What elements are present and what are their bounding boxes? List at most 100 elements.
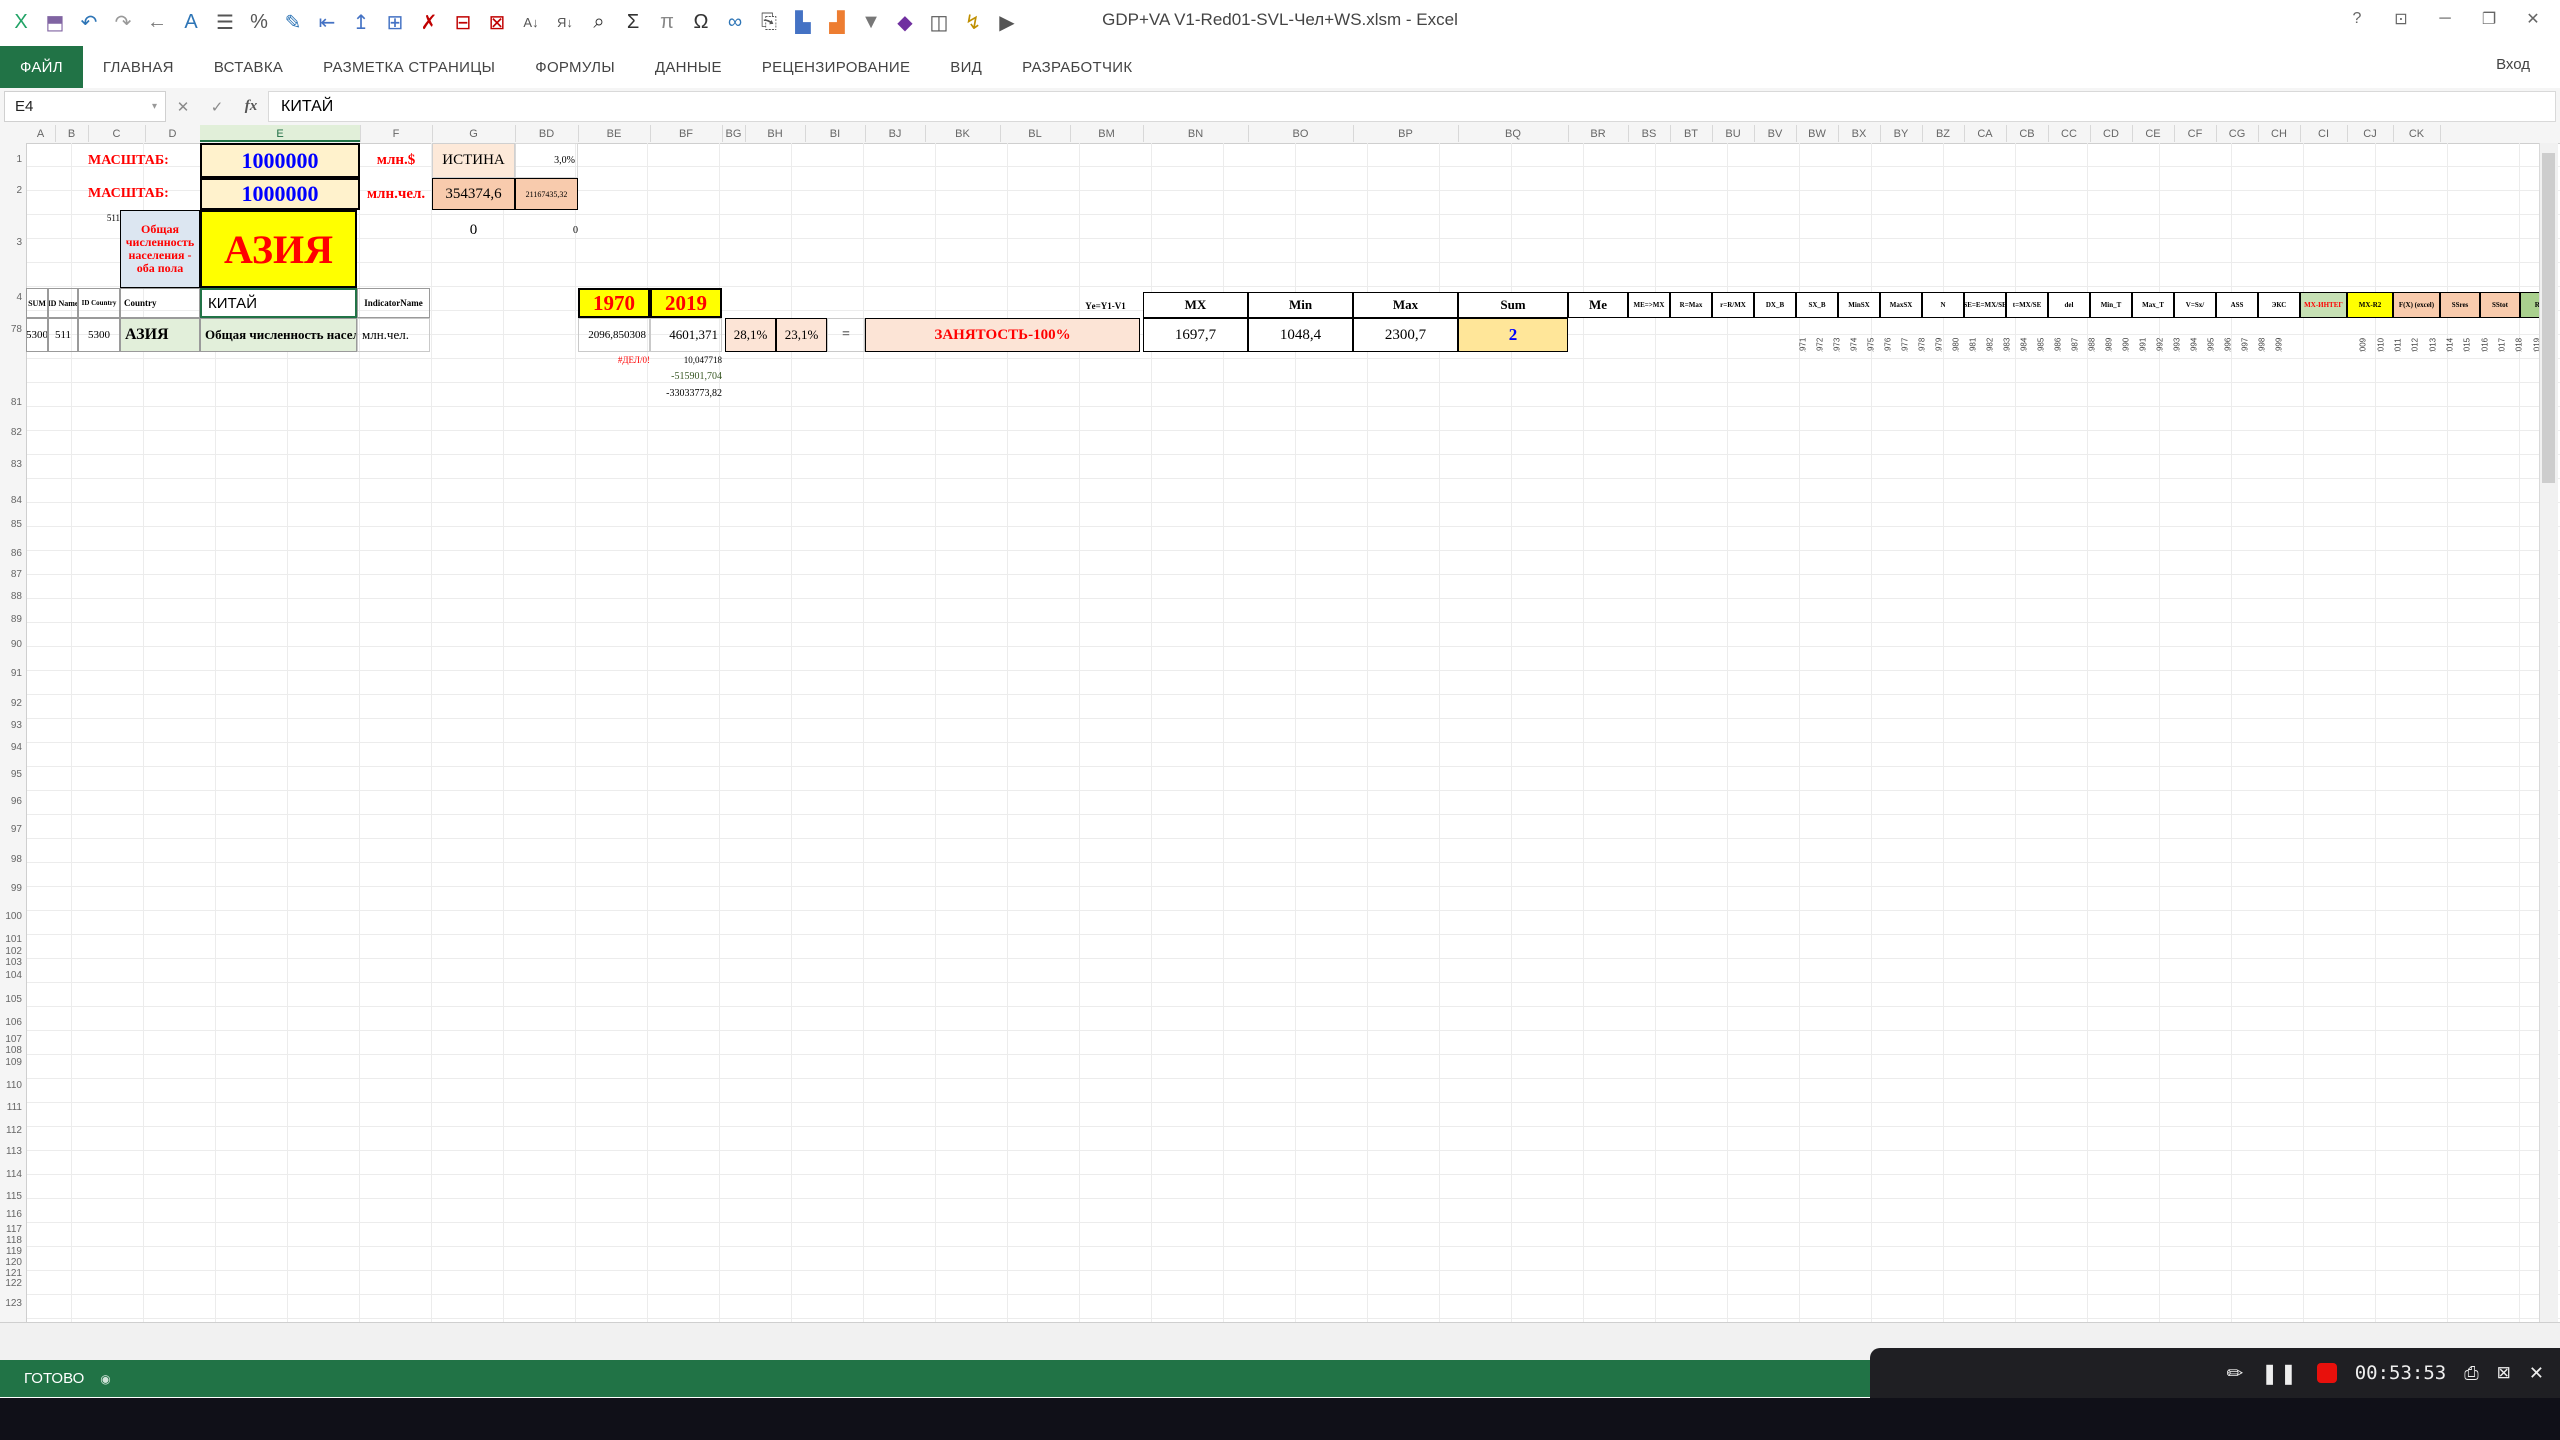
column-header-BE[interactable]: BE bbox=[578, 125, 651, 142]
window-icon[interactable]: ◫ bbox=[924, 4, 954, 40]
hdr-ye[interactable]: Yе=Y1-V1 bbox=[1068, 296, 1143, 316]
stat-header-14[interactable]: t=MX/SE bbox=[2006, 292, 2048, 318]
row-header-123[interactable]: 123 bbox=[5, 1298, 22, 1309]
hdr-country[interactable]: Country bbox=[120, 288, 200, 318]
hdr-indicator[interactable]: IndicatorName bbox=[357, 288, 430, 318]
row-header-93[interactable]: 93 bbox=[11, 720, 22, 731]
column-header-BY[interactable]: BY bbox=[1880, 125, 1923, 142]
compare-banner[interactable] bbox=[740, 352, 1920, 390]
row-header-89[interactable]: 89 bbox=[11, 614, 22, 625]
stat-header-6[interactable]: R=Max bbox=[1670, 292, 1712, 318]
recorder-camera-icon[interactable]: ⎙ bbox=[2464, 1363, 2478, 1384]
scale-value-1[interactable]: 1000000 bbox=[200, 143, 360, 178]
omega-icon[interactable]: Ω bbox=[686, 4, 716, 40]
borders-icon[interactable]: ☰ bbox=[210, 4, 240, 40]
ribbon-tab-главная[interactable]: ГЛАВНАЯ bbox=[83, 46, 194, 88]
column-header-BF[interactable]: BF bbox=[650, 125, 723, 142]
row-header-4[interactable]: 4 bbox=[16, 292, 22, 303]
stat-header-8[interactable]: DX_B bbox=[1754, 292, 1796, 318]
row-header-95[interactable]: 95 bbox=[11, 769, 22, 780]
row-header-113[interactable]: 113 bbox=[6, 1146, 22, 1157]
column-header-D[interactable]: D bbox=[145, 125, 201, 142]
column-header-BU[interactable]: BU bbox=[1712, 125, 1755, 142]
row-header-87[interactable]: 87 bbox=[11, 569, 22, 580]
recorder-stop-icon[interactable] bbox=[2317, 1363, 2337, 1383]
column-header-BL[interactable]: BL bbox=[1000, 125, 1071, 142]
column-header-C[interactable]: C bbox=[88, 125, 146, 142]
stat-header-7[interactable]: r=R/MX bbox=[1712, 292, 1754, 318]
column-header-CI[interactable]: CI bbox=[2300, 125, 2348, 142]
row-header-82[interactable]: 82 bbox=[11, 427, 22, 438]
row-header-96[interactable]: 96 bbox=[11, 796, 22, 807]
redo-icon[interactable]: ↷ bbox=[108, 4, 138, 40]
excel-logo-icon[interactable]: X bbox=[6, 4, 36, 40]
row-header-94[interactable]: 94 bbox=[11, 742, 22, 753]
column-header-B[interactable]: B bbox=[55, 125, 89, 142]
scale-label-2[interactable]: МАСШТАБ: bbox=[88, 178, 200, 210]
bd-value-2[interactable]: 21167435,32 bbox=[515, 178, 578, 210]
font-color-icon[interactable]: A bbox=[176, 4, 206, 40]
row-header-108[interactable]: 108 bbox=[5, 1045, 22, 1056]
paste-icon[interactable]: ⎘ bbox=[754, 4, 784, 40]
row-header-111[interactable]: 111 bbox=[7, 1102, 22, 1113]
filter-icon[interactable]: ▼ bbox=[856, 4, 886, 40]
insert-function-icon[interactable]: fx bbox=[234, 98, 268, 115]
sort-za-icon[interactable]: Я↓ bbox=[550, 4, 580, 40]
row-header-78[interactable]: 78 bbox=[11, 324, 22, 335]
column-header-BN[interactable]: BN bbox=[1143, 125, 1249, 142]
row-header-104[interactable]: 104 bbox=[5, 970, 22, 981]
stat-header-13[interactable]: SE=E=MX/SE bbox=[1964, 292, 2006, 318]
stat-header-0[interactable]: MX bbox=[1143, 292, 1248, 318]
region-desc[interactable]: Общая численность населения - оба пола bbox=[120, 210, 200, 288]
column-header-BW[interactable]: BW bbox=[1796, 125, 1839, 142]
column-header-CF[interactable]: CF bbox=[2174, 125, 2217, 142]
restore-button[interactable]: ❐ bbox=[2468, 0, 2510, 38]
stat-value-1[interactable]: 1048,4 bbox=[1248, 318, 1353, 352]
population-total[interactable]: 354374,6 bbox=[432, 178, 515, 210]
column-header-BH[interactable]: BH bbox=[745, 125, 806, 142]
row-header-120[interactable]: 120 bbox=[5, 1257, 22, 1268]
column-header-CH[interactable]: CH bbox=[2258, 125, 2301, 142]
column-header-CE[interactable]: CE bbox=[2132, 125, 2175, 142]
stat-value-3[interactable]: 2 bbox=[1458, 318, 1568, 352]
row-header-115[interactable]: 115 bbox=[6, 1191, 22, 1202]
column-header-BK[interactable]: BK bbox=[925, 125, 1001, 142]
column-header-BI[interactable]: BI bbox=[805, 125, 866, 142]
row-header-114[interactable]: 114 bbox=[6, 1169, 22, 1180]
scrollbar-thumb[interactable] bbox=[2542, 153, 2555, 483]
stat-header-1[interactable]: Min bbox=[1248, 292, 1353, 318]
hdr-sum[interactable]: SUM bbox=[26, 288, 48, 318]
column-header-CK[interactable]: CK bbox=[2393, 125, 2441, 142]
row-header-109[interactable]: 109 bbox=[5, 1057, 22, 1068]
delete-col-icon[interactable]: ⊠ bbox=[482, 4, 512, 40]
row-header-110[interactable]: 110 bbox=[6, 1080, 22, 1091]
column-header-F[interactable]: F bbox=[360, 125, 433, 142]
cancel-entry-icon[interactable]: ✕ bbox=[166, 98, 200, 116]
ribbon-tab-разработчик[interactable]: РАЗРАБОТЧИК bbox=[1002, 46, 1152, 88]
tiny-div0[interactable]: #ДЕЛ/0! bbox=[578, 352, 650, 368]
row-header-86[interactable]: 86 bbox=[11, 548, 22, 559]
column-header-BS[interactable]: BS bbox=[1628, 125, 1671, 142]
back-icon[interactable]: ← bbox=[142, 4, 172, 40]
r78-country[interactable]: АЗИЯ bbox=[120, 318, 200, 352]
ribbon-tab-разметка страницы[interactable]: РАЗМЕТКА СТРАНИЦЫ bbox=[303, 46, 515, 88]
region-name[interactable]: АЗИЯ bbox=[200, 210, 357, 288]
row-header-119[interactable]: 119 bbox=[6, 1246, 22, 1257]
row-header-3[interactable]: 3 bbox=[16, 237, 22, 248]
ribbon-tab-вставка[interactable]: ВСТАВКА bbox=[194, 46, 303, 88]
column-header-BZ[interactable]: BZ bbox=[1922, 125, 1965, 142]
close-button[interactable]: ✕ bbox=[2512, 0, 2554, 38]
chart-bar-icon[interactable]: ▟ bbox=[822, 4, 852, 40]
year-from[interactable]: 1970 bbox=[578, 288, 650, 318]
delete-row-icon[interactable]: ⊟ bbox=[448, 4, 478, 40]
ribbon-tab-вид[interactable]: ВИД bbox=[930, 46, 1002, 88]
stat-value-0[interactable]: 1697,7 bbox=[1143, 318, 1248, 352]
r78-eq[interactable]: = bbox=[827, 318, 865, 352]
ribbon-options-button[interactable]: ⊡ bbox=[2380, 0, 2422, 38]
row-header-101[interactable]: 101 bbox=[5, 934, 22, 945]
stat-value-2[interactable]: 2300,7 bbox=[1353, 318, 1458, 352]
confirm-entry-icon[interactable]: ✓ bbox=[200, 98, 234, 116]
row-header-2[interactable]: 2 bbox=[16, 185, 22, 196]
stat-header-11[interactable]: MaxSX bbox=[1880, 292, 1922, 318]
recorder-pointer-icon[interactable]: ✏ bbox=[2226, 1361, 2243, 1386]
